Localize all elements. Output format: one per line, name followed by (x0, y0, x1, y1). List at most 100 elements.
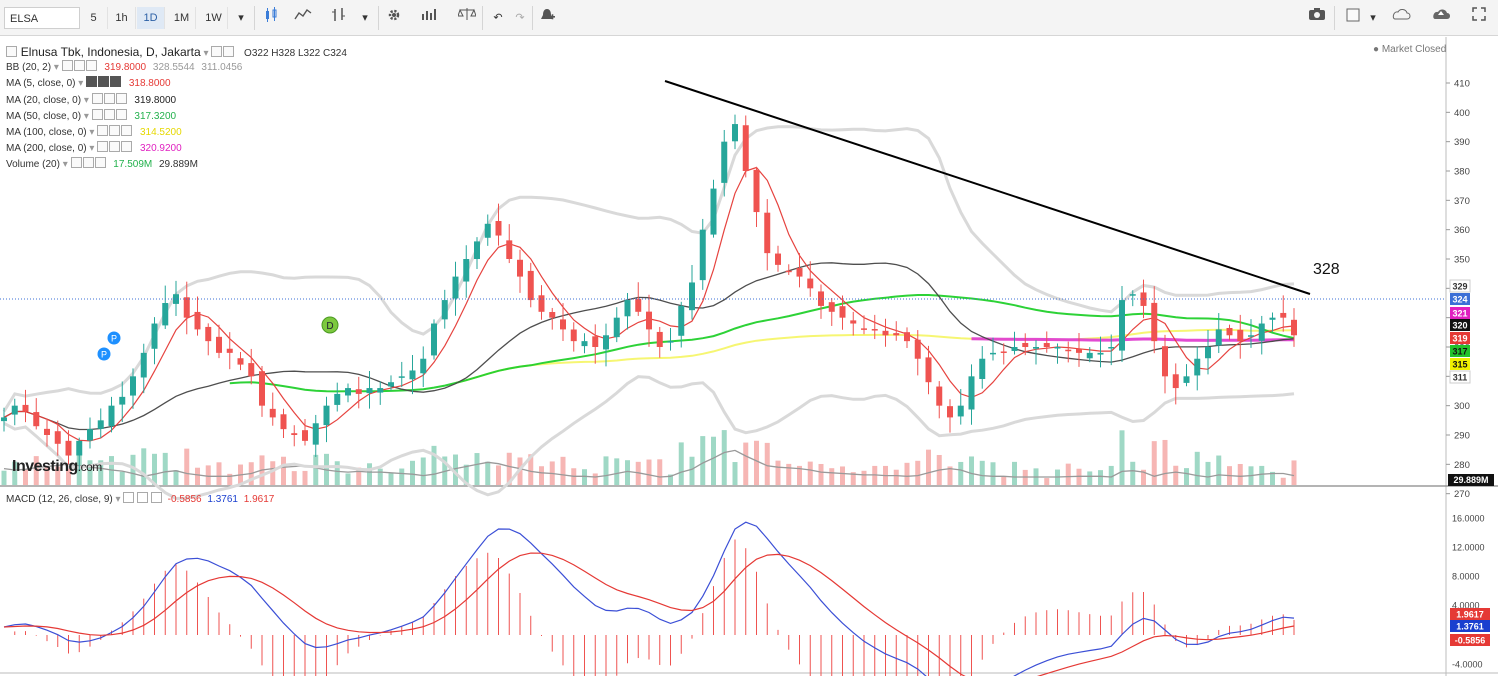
candle-body[interactable] (1194, 358, 1201, 376)
chevron-down-icon[interactable]: ▾ (78, 78, 86, 89)
candle-body[interactable] (1172, 374, 1179, 389)
candle-body[interactable] (818, 291, 824, 306)
candle-body[interactable] (76, 440, 83, 456)
candle-body[interactable] (936, 386, 943, 406)
candle-body[interactable] (44, 428, 50, 435)
collapse-icon[interactable] (6, 46, 17, 57)
candle-body[interactable] (506, 240, 513, 259)
candle-body[interactable] (474, 241, 480, 260)
candle-body[interactable] (323, 405, 330, 426)
camera-snapshot-icon[interactable] (1304, 7, 1330, 29)
remove-icon[interactable] (94, 157, 106, 169)
candle-body[interactable] (183, 297, 190, 318)
settings-icon[interactable] (82, 157, 94, 169)
candle-body[interactable] (517, 259, 523, 277)
candle-body[interactable] (925, 357, 932, 383)
candle-body[interactable] (1076, 348, 1082, 353)
candle-body[interactable] (441, 300, 448, 320)
chevron-down-icon[interactable]: ▾ (116, 494, 121, 505)
candle-body[interactable] (1248, 335, 1254, 337)
candle-body[interactable] (345, 388, 351, 396)
candle-body[interactable] (162, 303, 169, 326)
remove-icon[interactable] (85, 60, 97, 72)
candle-body[interactable] (388, 382, 394, 387)
candle-body[interactable] (947, 406, 953, 418)
candle-body[interactable] (1215, 329, 1222, 346)
candle-body[interactable] (678, 305, 685, 336)
indicator-row[interactable]: Volume (20) ▾ 17.509M 29.889M (6, 157, 347, 173)
symbol-input[interactable]: ELSA (4, 7, 80, 29)
chevron-down-icon[interactable]: ▾ (84, 95, 92, 106)
cloud-upload-icon[interactable] (1428, 7, 1454, 29)
candle-body[interactable] (775, 253, 781, 265)
candle-body[interactable] (624, 300, 631, 317)
settings-icon[interactable] (109, 124, 121, 136)
candle-body[interactable] (140, 352, 147, 378)
visibility-toggle-icon[interactable] (91, 108, 103, 120)
candle-body[interactable] (549, 312, 556, 318)
candle-body[interactable] (592, 336, 599, 347)
remove-icon[interactable] (115, 92, 127, 104)
candle-body[interactable] (527, 270, 534, 301)
timeframe-1d[interactable]: 1D (137, 7, 165, 29)
indicator-row[interactable]: MA (20, close, 0) ▾ 319.8000 (6, 92, 347, 109)
candle-body[interactable] (409, 370, 416, 380)
candle-body[interactable] (452, 276, 459, 299)
candle-body[interactable] (979, 358, 986, 380)
candle-body[interactable] (689, 282, 695, 311)
timeframe-1h[interactable]: 1h (108, 7, 136, 29)
candle-body[interactable] (603, 335, 609, 350)
candle-body[interactable] (495, 221, 502, 236)
remove-icon[interactable] (115, 108, 127, 120)
candle-body[interactable] (1237, 329, 1244, 342)
indicator-row[interactable]: BB (20, 2) ▾ 319.8000 328.5544 311.0456 (6, 60, 347, 76)
settings-icon[interactable] (137, 492, 149, 503)
indicator-row[interactable]: MA (200, close, 0) ▾ 320.9200 (6, 141, 347, 157)
candle-body[interactable] (130, 376, 136, 396)
candle-body[interactable] (97, 420, 104, 429)
indicator-row[interactable]: MA (50, close, 0) ▾ 317.3200 (6, 108, 347, 125)
candle-body[interactable] (1043, 343, 1050, 347)
settings-gear-icon[interactable] (381, 7, 407, 29)
candle-body[interactable] (1129, 294, 1136, 296)
indicators-icon[interactable] (416, 7, 442, 29)
candle-body[interactable] (1011, 347, 1018, 351)
candle-body[interactable] (914, 339, 921, 359)
candle-body[interactable] (871, 329, 878, 331)
candle-body[interactable] (291, 433, 298, 435)
candle-body[interactable] (957, 405, 964, 417)
candle-body[interactable] (194, 311, 201, 330)
candle-body[interactable] (355, 389, 362, 394)
candle-body[interactable] (1022, 342, 1029, 347)
timeframe-1m[interactable]: 1M (168, 7, 196, 29)
candle-body[interactable] (796, 268, 803, 277)
timeframe-dropdown-icon[interactable]: ▾ (228, 7, 254, 29)
chevron-down-icon[interactable]: ▾ (54, 62, 62, 73)
chevron-down-icon[interactable]: ▾ (89, 143, 97, 154)
indicator-row[interactable]: MA (5, close, 0) ▾ 318.8000 (6, 76, 347, 92)
candle-body[interactable] (785, 270, 792, 273)
candle-body[interactable] (861, 328, 867, 330)
candle-body[interactable] (108, 405, 115, 426)
candle-body[interactable] (334, 393, 341, 405)
chart-type-dropdown-icon[interactable]: ▾ (352, 7, 378, 29)
settings-icon[interactable] (103, 92, 115, 104)
candle-body[interactable] (882, 330, 889, 336)
candle-body[interactable] (226, 348, 233, 353)
candle-body[interactable] (1086, 352, 1093, 359)
candle-body[interactable] (1033, 347, 1039, 349)
candle-body[interactable] (280, 414, 287, 430)
settings-icon[interactable] (98, 76, 110, 88)
bar-chart-icon[interactable] (326, 7, 352, 29)
chevron-down-icon[interactable]: ▾ (63, 159, 71, 170)
visibility-toggle-icon[interactable] (211, 46, 223, 57)
compare-scale-icon[interactable] (454, 7, 480, 29)
candle-body[interactable] (839, 306, 846, 318)
candle-body[interactable] (581, 341, 588, 347)
visibility-toggle-icon[interactable] (70, 157, 82, 169)
candle-body[interactable] (764, 212, 771, 254)
candle-body[interactable] (312, 423, 319, 445)
candle-body[interactable] (302, 430, 308, 441)
candle-body[interactable] (1291, 319, 1297, 336)
candle-body[interactable] (742, 125, 749, 171)
